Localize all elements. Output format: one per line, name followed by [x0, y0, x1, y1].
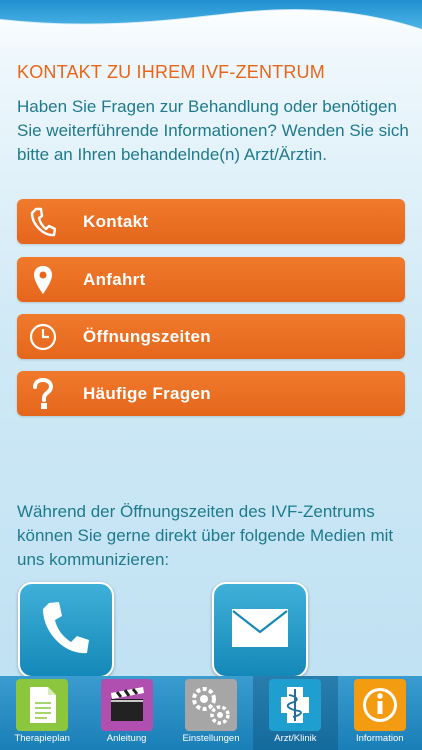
directions-button[interactable]: Anfahrt — [17, 257, 405, 302]
tab-information[interactable]: Information — [338, 676, 422, 750]
document-icon — [16, 679, 69, 731]
clock-icon — [19, 314, 67, 359]
question-icon — [19, 371, 67, 416]
info-icon — [353, 679, 406, 731]
tab-label: Information — [355, 733, 404, 744]
tab-bar: Therapieplan Anleitung Einstellungen Arz… — [0, 676, 422, 750]
tab-label: Einstellungen — [182, 733, 240, 744]
faq-button[interactable]: Häufige Fragen — [17, 371, 405, 416]
gears-icon — [184, 679, 237, 731]
opening-hours-button-label: Öffnungszeiten — [83, 326, 211, 346]
tab-arzt-klinik[interactable]: Arzt/Klinik — [253, 676, 338, 750]
phone-icon — [39, 599, 93, 662]
intro-text: Haben Sie Fragen zur Behandlung oder ben… — [17, 97, 409, 164]
main-content: KONTAKT ZU IHREM IVF-ZENTRUM Haben Sie F… — [0, 0, 422, 678]
page-title: KONTAKT ZU IHREM IVF-ZENTRUM — [17, 62, 325, 82]
media-text: Während der Öffnungszeiten des IVF-Zentr… — [17, 502, 394, 569]
mail-icon — [231, 608, 289, 653]
tab-label: Therapieplan — [14, 733, 70, 744]
tab-einstellungen[interactable]: Einstellungen — [169, 676, 253, 750]
tab-therapieplan[interactable]: Therapieplan — [0, 676, 84, 750]
directions-button-label: Anfahrt — [83, 269, 146, 289]
faq-button-label: Häufige Fragen — [83, 383, 211, 403]
opening-hours-button[interactable]: Öffnungszeiten — [17, 314, 405, 359]
tab-anleitung[interactable]: Anleitung — [84, 676, 168, 750]
clapperboard-icon — [100, 679, 153, 731]
phone-icon — [19, 199, 67, 244]
location-pin-icon — [19, 257, 67, 302]
call-button[interactable] — [18, 582, 114, 678]
caduceus-icon — [269, 679, 322, 731]
contact-button-label: Kontakt — [83, 211, 149, 231]
contact-button[interactable]: Kontakt — [17, 199, 405, 244]
tab-label: Arzt/Klinik — [274, 733, 317, 744]
email-button[interactable] — [212, 582, 308, 678]
tab-label: Anleitung — [106, 733, 147, 744]
